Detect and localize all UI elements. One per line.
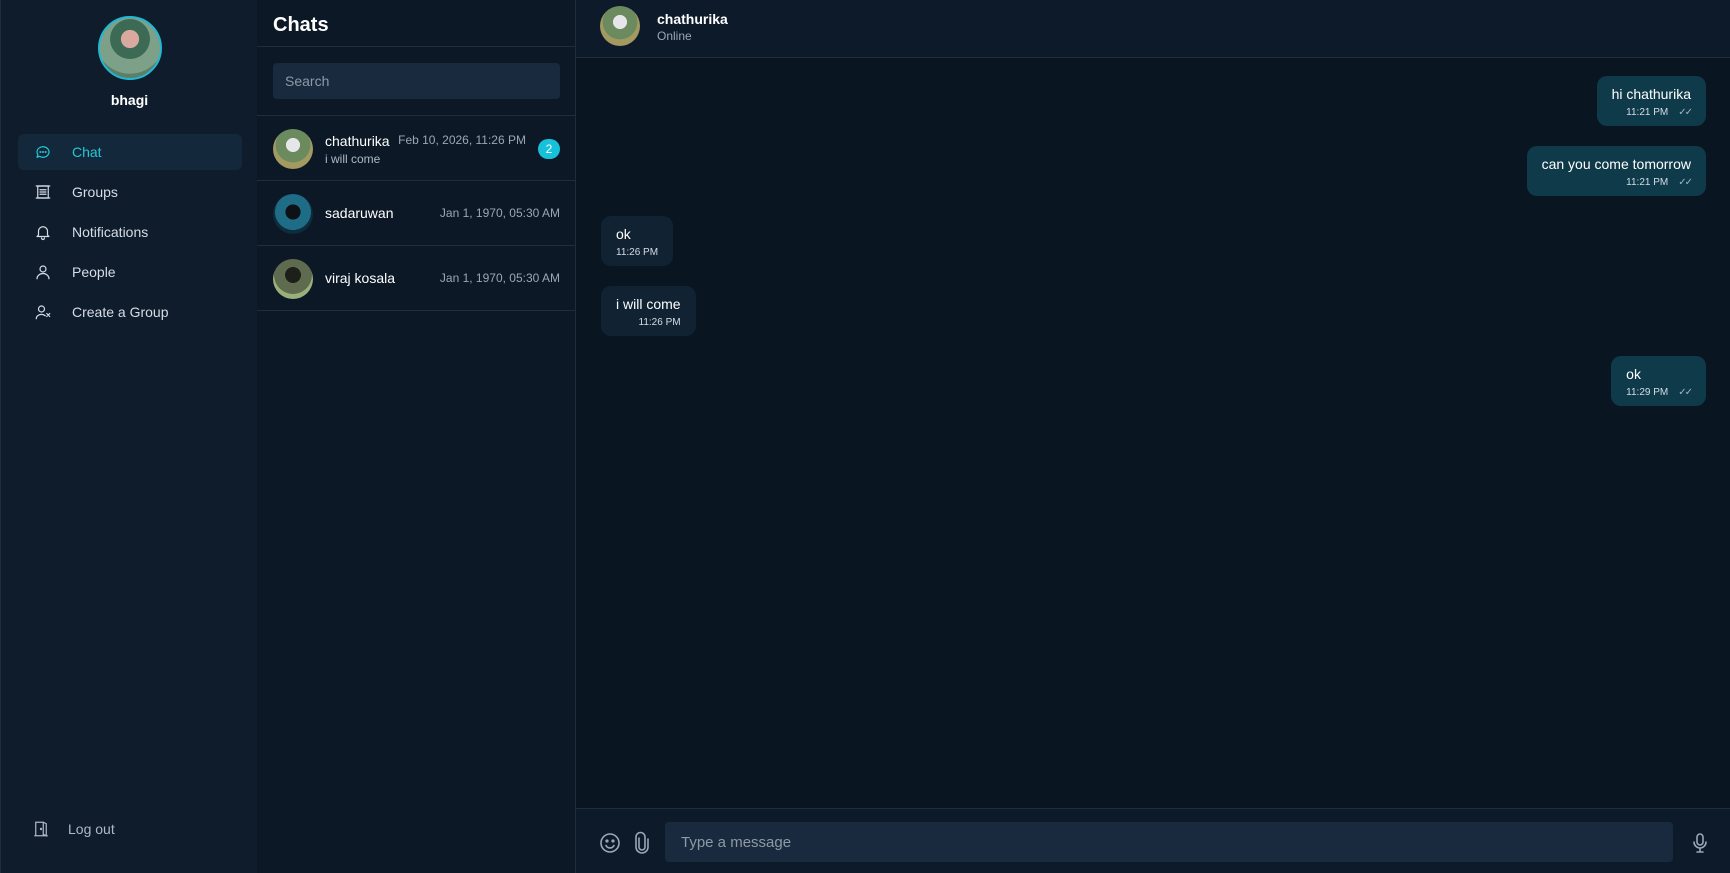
message-time: 11:21 PM	[1626, 107, 1669, 118]
sidebar-item-label: Chat	[72, 144, 102, 160]
sidebar-item-create-group[interactable]: Create a Group	[18, 294, 242, 330]
profile-avatar[interactable]	[97, 16, 162, 80]
search-input[interactable]	[273, 63, 560, 99]
sidebar-nav: Chat Groups Notifications People Create …	[18, 134, 242, 334]
conversation-name: chathurika	[657, 11, 728, 27]
message-text: hi chathurika	[1611, 86, 1691, 102]
chat-item-time: Jan 1, 1970, 05:30 AM	[439, 206, 560, 220]
conversation-panel: chathurika Online hi chathurika 11:21 PM…	[576, 0, 1730, 873]
chat-item-time: Feb 10, 2026, 11:26 PM	[398, 133, 526, 147]
message-text: can you come tomorrow	[1541, 156, 1691, 172]
chat-bubble-icon	[32, 141, 54, 163]
emoji-icon[interactable]	[598, 831, 622, 855]
message-text: ok	[616, 226, 631, 242]
sidebar-item-label: Create a Group	[72, 304, 169, 320]
sidebar-item-chat[interactable]: Chat	[18, 134, 242, 170]
sidebar-item-people[interactable]: People	[18, 254, 242, 290]
sidebar-item-notifications[interactable]: Notifications	[18, 214, 242, 250]
profile: bhagi	[1, 16, 258, 108]
person-icon	[32, 261, 54, 283]
door-icon	[34, 821, 48, 837]
message-time: 11:29 PM	[1626, 387, 1669, 398]
chat-item-name: chathurika	[325, 133, 390, 149]
avatar	[273, 259, 313, 299]
message-time: 11:21 PM	[1626, 177, 1669, 188]
message-text: i will come	[616, 296, 681, 312]
sidebar-item-groups[interactable]: Groups	[18, 174, 242, 210]
avatar	[273, 194, 313, 234]
avatar[interactable]	[600, 6, 640, 46]
read-receipt-icon: ✓✓	[1678, 177, 1693, 188]
message-bubble-outgoing[interactable]: can you come tomorrow 11:21 PM ✓✓	[1526, 146, 1706, 196]
message-text: ok	[1626, 366, 1641, 382]
presence-status: Online	[657, 29, 692, 43]
divider	[257, 46, 576, 47]
chat-list-item-chathurika[interactable]: chathurika Feb 10, 2026, 11:26 PM i will…	[257, 116, 576, 181]
chat-list-item-viraj-kosala[interactable]: viraj kosala Jan 1, 1970, 05:30 AM	[257, 246, 576, 311]
message-input[interactable]	[665, 822, 1673, 862]
chat-list-panel: Chats chathurika Feb 10, 2026, 11:26 PM …	[257, 0, 576, 873]
unread-badge: 2	[538, 139, 560, 159]
sidebar-item-label: Notifications	[72, 224, 149, 240]
chat-item-name: viraj kosala	[325, 270, 396, 286]
chat-item-time: Jan 1, 1970, 05:30 AM	[439, 271, 560, 285]
microphone-icon[interactable]	[1688, 831, 1712, 855]
attachment-icon[interactable]	[630, 831, 654, 855]
message-time: 11:26 PM	[638, 317, 681, 328]
message-bubble-incoming[interactable]: i will come 11:26 PM	[601, 286, 696, 336]
avatar	[273, 129, 313, 169]
sidebar-item-label: Groups	[72, 184, 118, 200]
message-bubble-outgoing[interactable]: ok 11:29 PM ✓✓	[1611, 356, 1706, 406]
bell-icon	[32, 221, 54, 243]
chat-list-item-sadaruwan[interactable]: sadaruwan Jan 1, 1970, 05:30 AM	[257, 181, 576, 246]
logout-label: Log out	[68, 821, 115, 837]
read-receipt-icon: ✓✓	[1678, 107, 1693, 118]
message-time: 11:26 PM	[616, 247, 659, 258]
message-input-bar	[576, 808, 1730, 873]
chat-item-name: sadaruwan	[325, 205, 394, 221]
add-group-icon	[32, 301, 54, 323]
message-bubble-outgoing[interactable]: hi chathurika 11:21 PM ✓✓	[1596, 76, 1706, 126]
chat-item-preview: i will come	[325, 152, 381, 166]
profile-name: bhagi	[110, 92, 149, 108]
read-receipt-icon: ✓✓	[1678, 387, 1693, 398]
sidebar: bhagi Chat Groups Notifications People C…	[0, 0, 257, 873]
conversation-header: chathurika Online	[576, 0, 1730, 58]
chat-list-title: Chats	[273, 14, 329, 36]
sidebar-item-label: People	[72, 264, 116, 280]
message-bubble-incoming[interactable]: ok 11:26 PM	[601, 216, 674, 266]
groups-icon	[32, 181, 54, 203]
logout-button[interactable]: Log out	[32, 820, 115, 838]
